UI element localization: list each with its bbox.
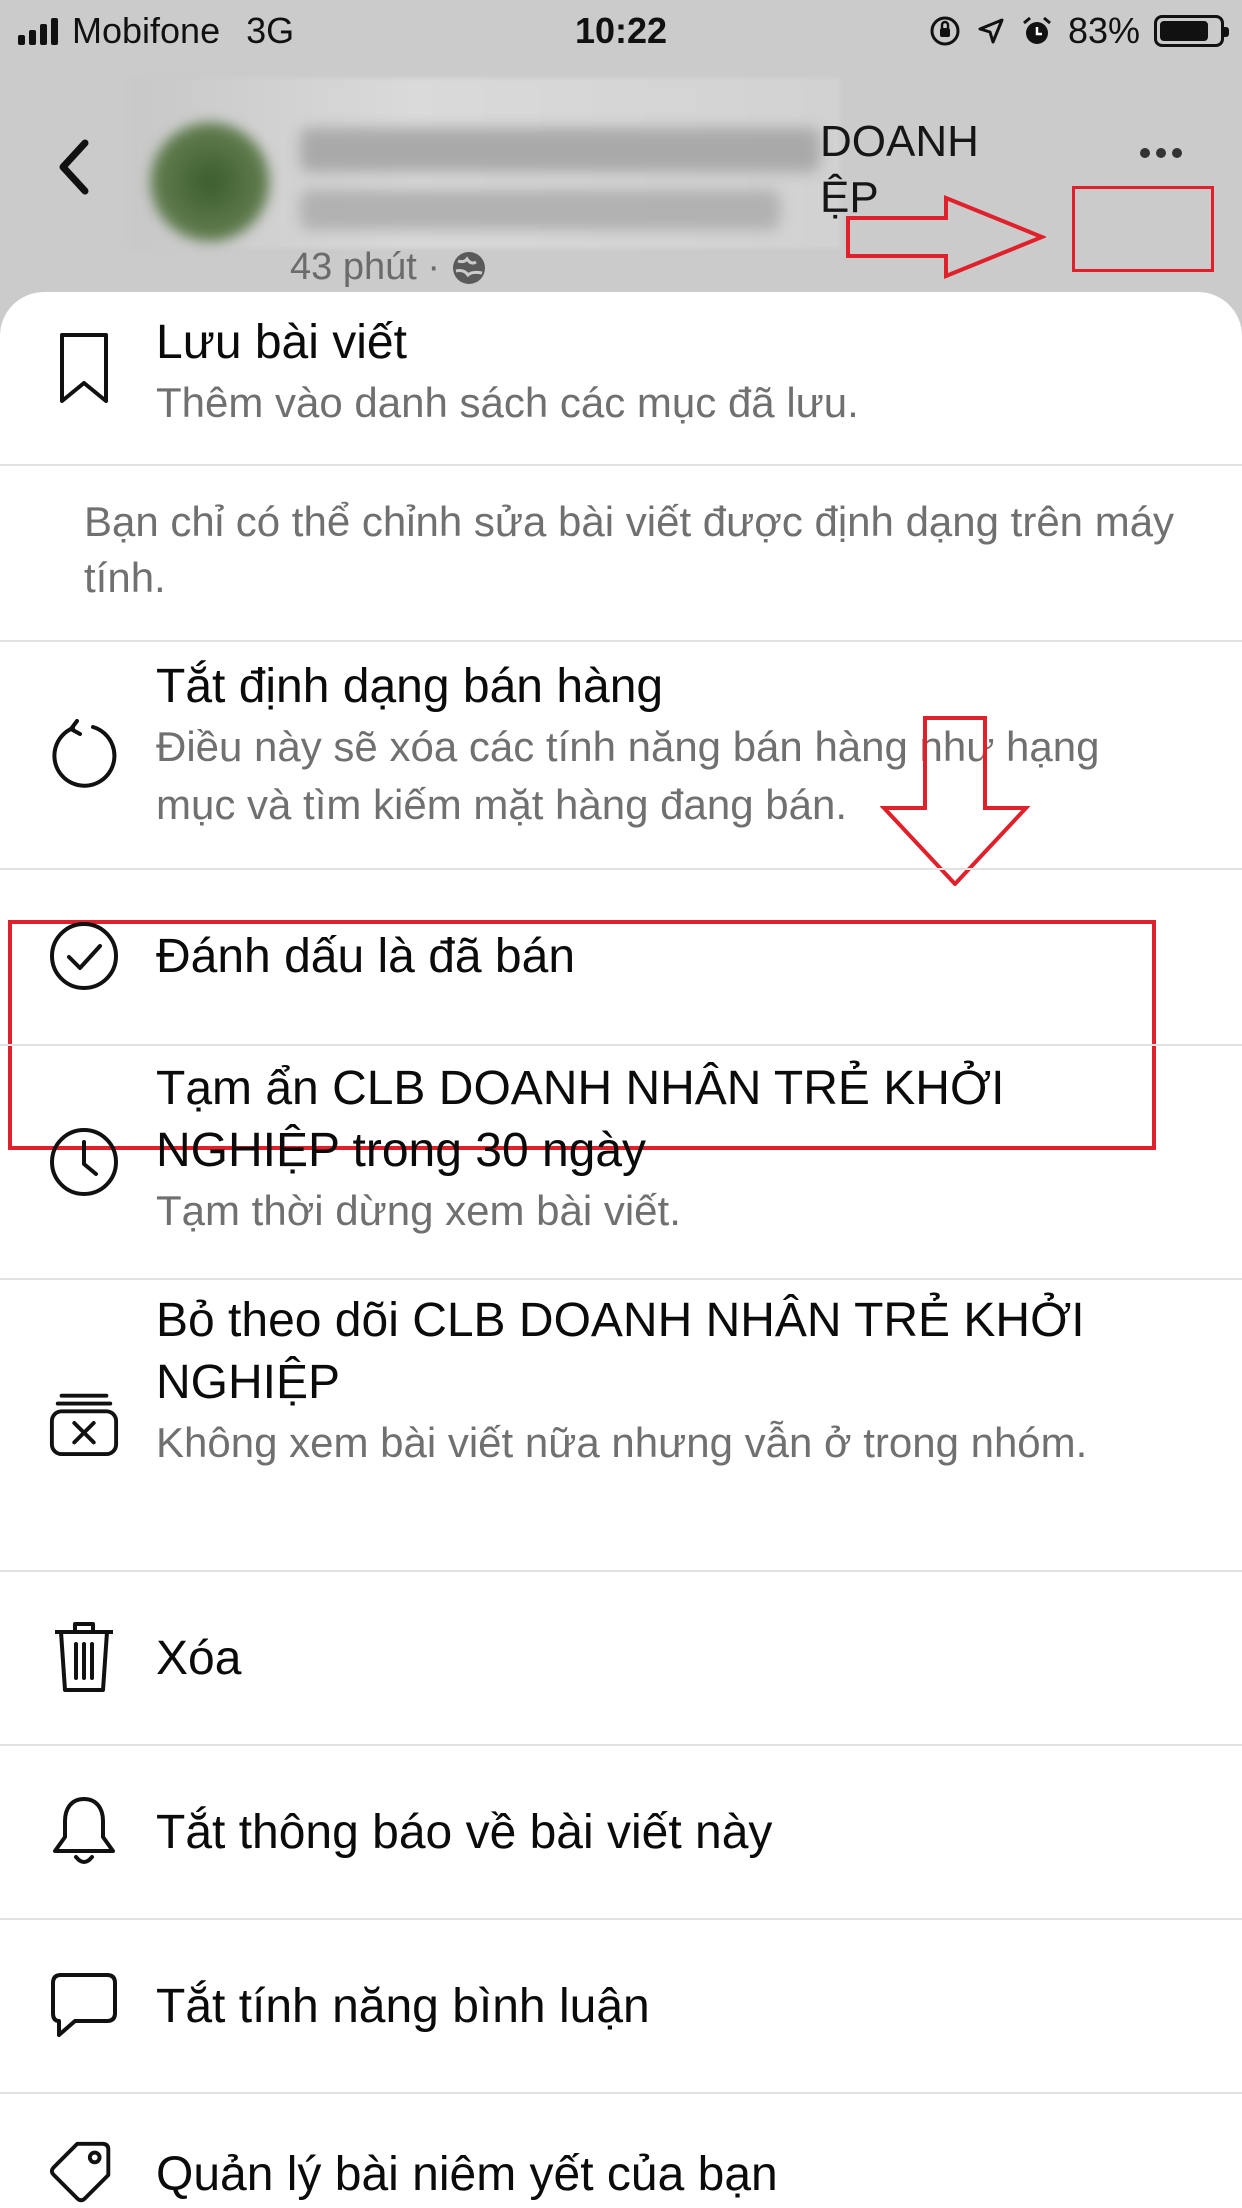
- menu-item-title: Xóa: [156, 1632, 242, 1685]
- menu-item-text: Tắt thông báo về bài viết này: [156, 1802, 1182, 1864]
- menu-item-text: Lưu bài viết Thêm vào danh sách các mục …: [156, 312, 1182, 432]
- trash-icon: [48, 1620, 120, 1692]
- annotation-arrow-right: [846, 195, 1046, 279]
- screen: Mobifone 3G 10:22 83% DOANH ỆP 43 phút ·…: [0, 0, 1242, 2208]
- menu-item-text: Tắt tính năng bình luận: [156, 1976, 1182, 2038]
- post-meta: 43 phút ·: [290, 246, 488, 289]
- menu-item-text: Bỏ theo dõi CLB DOANH NHÂN TRẺ KHỞI NGHI…: [156, 1290, 1182, 1472]
- menu-item-subtitle: Tạm thời dừng xem bài viết.: [156, 1187, 681, 1234]
- menu-item-save-post[interactable]: Lưu bài viết Thêm vào danh sách các mục …: [0, 292, 1242, 464]
- menu-item-turn-off-comments[interactable]: Tắt tính năng bình luận: [0, 1920, 1242, 2094]
- menu-item-subtitle: Không xem bài viết nữa nhưng vẫn ở trong…: [156, 1419, 1088, 1466]
- battery-icon: [1154, 15, 1229, 47]
- avatar[interactable]: [150, 122, 270, 242]
- menu-item-turn-off-notifications[interactable]: Tắt thông báo về bài viết này: [0, 1746, 1242, 1920]
- lock-rotation-icon: [930, 16, 960, 46]
- menu-item-text: Tạm ẩn CLB DOANH NHÂN TRẺ KHỞI NGHIỆP tr…: [156, 1058, 1182, 1240]
- edit-notice: Bạn chỉ có thể chỉnh sửa bài viết được đ…: [84, 498, 1175, 601]
- menu-item-unfollow-group[interactable]: Bỏ theo dõi CLB DOANH NHÂN TRẺ KHỞI NGHI…: [0, 1280, 1242, 1570]
- menu-item-title: Tạm ẩn CLB DOANH NHÂN TRẺ KHỞI NGHIỆP tr…: [156, 1062, 1005, 1177]
- back-button[interactable]: [48, 132, 98, 202]
- battery-percent: 83%: [1067, 10, 1140, 51]
- unfollow-icon: [48, 1386, 120, 1458]
- globe-icon: [453, 251, 485, 284]
- menu-item-title: Đánh dấu là đã bán: [156, 930, 576, 983]
- tag-icon: [48, 2138, 120, 2208]
- more-button[interactable]: [1140, 148, 1182, 158]
- comment-icon: [48, 1970, 120, 2042]
- back-icon: [59, 139, 89, 195]
- alarm-icon: [1022, 16, 1051, 44]
- battery-fill: [1160, 21, 1209, 41]
- divider: [0, 464, 1242, 466]
- more-icon: [1140, 148, 1150, 158]
- menu-item-mark-sold[interactable]: Đánh dấu là đã bán: [0, 870, 1242, 1044]
- menu-item-text: Quản lý bài niêm yết của bạn: [156, 2144, 1182, 2206]
- bookmark-icon: [48, 332, 120, 404]
- status-right: 83%: [928, 10, 1229, 52]
- bell-icon: [48, 1794, 120, 1866]
- menu-item-delete[interactable]: Xóa: [0, 1572, 1242, 1746]
- menu-item-title: Lưu bài viết: [156, 316, 407, 369]
- annotation-arrow-down: [880, 716, 1030, 886]
- menu-item-title: Tắt tính năng bình luận: [156, 1980, 650, 2033]
- check-circle-icon: [48, 920, 120, 992]
- location-icon: [978, 18, 1004, 44]
- post-header: DOANH ỆP 43 phút ·: [0, 62, 1242, 328]
- action-sheet: Lưu bài viết Thêm vào danh sách các mục …: [0, 292, 1242, 2208]
- annotation-box-more: [1072, 186, 1214, 272]
- menu-item-text: Đánh dấu là đã bán: [156, 926, 1182, 988]
- menu-item-title: Quản lý bài niêm yết của bạn: [156, 2148, 778, 2201]
- blurred-name: [300, 128, 820, 172]
- menu-item-text: Xóa: [156, 1628, 1182, 1690]
- clock-icon: [48, 1126, 120, 1198]
- status-bar: Mobifone 3G 10:22 83%: [0, 0, 1242, 62]
- refresh-icon: [48, 718, 120, 790]
- menu-item-manage-listings[interactable]: Quản lý bài niêm yết của bạn: [0, 2094, 1242, 2208]
- menu-item-snooze-group[interactable]: Tạm ẩn CLB DOANH NHÂN TRẺ KHỞI NGHIỆP tr…: [0, 1046, 1242, 1278]
- menu-item-title: Tắt định dạng bán hàng: [156, 660, 664, 713]
- menu-item-title: Tắt thông báo về bài viết này: [156, 1806, 773, 1859]
- post-time: 43 phút ·: [290, 246, 440, 288]
- blurred-group: [300, 190, 780, 230]
- menu-item-subtitle: Thêm vào danh sách các mục đã lưu.: [156, 379, 859, 426]
- menu-item-title: Bỏ theo dõi CLB DOANH NHÂN TRẺ KHỞI NGHI…: [156, 1294, 1085, 1409]
